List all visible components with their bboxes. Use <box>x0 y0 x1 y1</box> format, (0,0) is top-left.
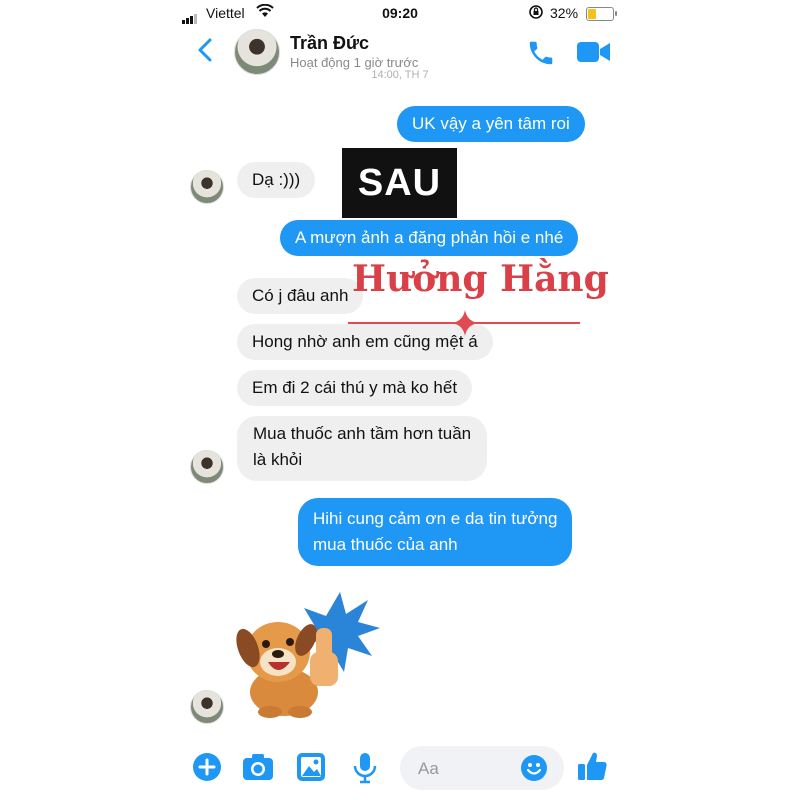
contact-status: Hoạt động 1 giờ trước <box>290 55 419 70</box>
video-camera-icon[interactable] <box>576 40 612 69</box>
message-input-placeholder: Aa <box>418 759 439 778</box>
message-out[interactable]: A mượn ảnh a đăng phản hồi e nhé <box>280 220 579 256</box>
rotation-lock-icon <box>528 4 544 23</box>
emoji-icon[interactable] <box>520 754 548 787</box>
messenger-screen: Viettel 09:20 32% Trần Đức Hoạt động 1 g… <box>176 0 624 800</box>
message-line: Mua thuốc anh tầm hơn tuần <box>253 424 472 443</box>
message-timestamp: 14:00, TH 7 <box>371 69 429 81</box>
battery-percent: 32% <box>550 5 579 21</box>
back-icon[interactable] <box>194 36 218 64</box>
message-out[interactable]: Hihi cung cảm ơn e da tin tưởng mua thuố… <box>298 498 573 566</box>
image-icon[interactable] <box>296 752 326 787</box>
dog-thumbs-up-sticker[interactable] <box>230 590 380 725</box>
contact-avatar-small <box>190 690 224 724</box>
message-in[interactable]: Có j đâu anh <box>237 278 364 314</box>
contact-name[interactable]: Trần Đức <box>290 33 369 54</box>
thumbs-up-icon[interactable] <box>576 750 608 787</box>
message-input[interactable]: Aa <box>400 746 564 790</box>
message-in[interactable]: Dạ :))) <box>237 162 316 198</box>
plus-icon[interactable] <box>192 752 222 787</box>
message-composer: Aa <box>176 738 624 800</box>
contact-avatar-small <box>190 450 224 484</box>
sparkle-icon <box>452 310 478 341</box>
message-line: mua thuốc của anh <box>313 535 458 554</box>
message-line: là khỏi <box>253 450 303 469</box>
phone-icon[interactable] <box>526 38 556 73</box>
message-in[interactable]: Em đi 2 cái thú y mà ko hết <box>237 370 473 406</box>
overlay-label: SAU <box>342 148 457 218</box>
contact-avatar-small <box>190 170 224 204</box>
message-out[interactable]: UK vậy a yên tâm roi <box>397 106 585 142</box>
message-line: Hihi cung cảm ơn e da tin tưởng <box>313 509 558 528</box>
watermark-text: Hưởng Hằng <box>352 258 609 300</box>
status-bar: Viettel 09:20 32% <box>176 0 624 26</box>
battery-icon <box>586 7 617 21</box>
microphone-icon[interactable] <box>352 752 378 789</box>
message-in[interactable]: Mua thuốc anh tầm hơn tuần là khỏi <box>237 416 488 481</box>
camera-icon[interactable] <box>242 752 274 787</box>
